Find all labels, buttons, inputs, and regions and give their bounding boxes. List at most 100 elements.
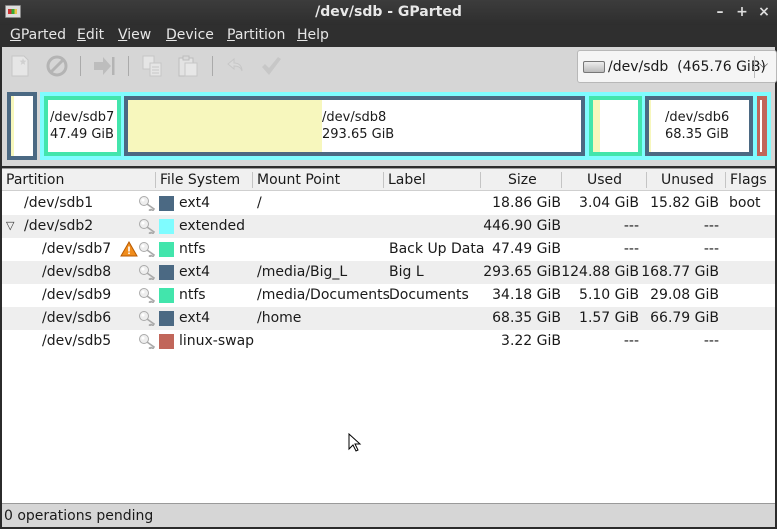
menu-gparted-label: Parted <box>20 27 66 43</box>
column-separator[interactable] <box>480 172 481 188</box>
menu-device[interactable]: Device <box>166 27 214 43</box>
cell-used: 1.57 GiB <box>579 310 639 326</box>
cell-used: --- <box>623 333 639 349</box>
cell-partition: /dev/sdb7 <box>42 241 112 257</box>
table-row[interactable]: /dev/sdb1 ext4 / 18.86 GiB 3.04 GiB 15.82 GiB… <box>2 192 775 215</box>
device-selector[interactable]: /dev/sdb (465.76 GiB) ⌵ <box>577 50 777 83</box>
table-row[interactable]: /dev/sdb9 ntfs/media/Documents Documents 34… <box>2 284 775 307</box>
pending-operations-status: 0 operations pending <box>4 508 154 524</box>
menu-partition[interactable]: Partition <box>227 27 285 43</box>
menu-device-mnemonic: D <box>166 27 177 43</box>
resize-move-icon[interactable] <box>92 54 116 78</box>
table-row[interactable]: /dev/sdb6 ext4/home 68.35 GiB 1.57 GiB 66.79… <box>2 307 775 330</box>
column-header-used[interactable]: Used <box>587 172 622 188</box>
cell-mount-point: /home <box>257 310 302 326</box>
cell-unused: 29.08 GiB <box>650 287 719 303</box>
cell-partition: /dev/sdb6 <box>42 310 112 326</box>
diskmap-partition-sdb1[interactable] <box>7 92 37 160</box>
new-partition-icon[interactable] <box>8 54 32 78</box>
menu-help-mnemonic: H <box>297 27 308 43</box>
column-separator[interactable] <box>252 172 253 188</box>
menu-bar: GParted Edit View Device Partition Help <box>0 25 777 47</box>
menu-partition-mnemonic: P <box>227 27 235 43</box>
menu-view[interactable]: View <box>118 27 151 43</box>
diskmap-label-size: 293.65 GiB <box>322 127 395 142</box>
column-header-file-system[interactable]: File System <box>160 172 240 188</box>
toolbar-separator <box>80 56 81 76</box>
column-separator[interactable] <box>646 172 647 188</box>
diskmap-partition-sdb6[interactable]: /dev/sdb6 68.35 GiB <box>645 96 753 156</box>
used-space-bar <box>593 100 600 152</box>
cell-partition: /dev/sdb9 <box>42 287 112 303</box>
column-header-flags[interactable]: Flags <box>730 172 767 188</box>
diskmap-label-device: /dev/sdb8 <box>322 110 387 125</box>
cell-size: 3.22 GiB <box>501 333 561 349</box>
cell-file-system: ntfs <box>179 287 206 303</box>
table-row[interactable]: /dev/sdb8 ext4/media/Big_L Big L 293.65 GiB… <box>2 261 775 284</box>
used-space-bar <box>128 100 322 152</box>
diskmap-label-size: 68.35 GiB <box>665 127 729 142</box>
delete-icon[interactable] <box>45 54 69 78</box>
cell-partition: /dev/sdb1 <box>24 195 94 211</box>
column-header-mount-point[interactable]: Mount Point <box>257 172 340 188</box>
column-header-size[interactable]: Size <box>508 172 537 188</box>
cell-size: 34.18 GiB <box>492 287 561 303</box>
copy-icon[interactable] <box>140 54 164 78</box>
filesystem-color-swatch <box>159 265 174 280</box>
cell-label: Big L <box>389 264 424 280</box>
column-header-partition[interactable]: Partition <box>6 172 64 188</box>
diskmap-partition-sdb2-extended[interactable]: /dev/sdb7 47.49 GiB /dev/sdb8 293.65 GiB… <box>40 92 771 160</box>
filesystem-color-swatch <box>159 311 174 326</box>
toolbar: /dev/sdb (465.76 GiB) ⌵ <box>2 47 777 88</box>
cell-size: 18.86 GiB <box>492 195 561 211</box>
column-header-unused[interactable]: Unused <box>661 172 714 188</box>
window-title: /dev/sdb - GParted <box>315 4 462 20</box>
harddisk-icon <box>583 61 605 73</box>
cell-partition: /dev/sdb5 <box>42 333 112 349</box>
cell-file-system: ext4 <box>179 264 211 280</box>
column-header-label[interactable]: Label <box>388 172 426 188</box>
column-separator[interactable] <box>725 172 726 188</box>
chevron-down-icon: ⌵ <box>759 57 769 71</box>
diskmap-partition-sdb5[interactable] <box>757 96 767 156</box>
column-separator[interactable] <box>383 172 384 188</box>
undo-icon[interactable] <box>224 54 248 78</box>
table-row[interactable]: /dev/sdb7 ntfs Back Up Data 47.49 GiB --- --- <box>2 238 775 261</box>
used-space-bar <box>11 96 14 156</box>
menu-view-mnemonic: V <box>118 27 128 43</box>
apply-icon[interactable] <box>259 54 283 78</box>
cell-mount-point: / <box>257 195 262 211</box>
menu-edit-mnemonic: E <box>77 27 86 43</box>
cell-used: --- <box>623 241 639 257</box>
key-lock-icon <box>138 264 156 281</box>
paste-icon[interactable] <box>176 54 200 78</box>
minimize-button[interactable]: – <box>711 3 729 21</box>
collapse-toggle-icon[interactable]: ▽ <box>6 219 14 232</box>
menu-edit[interactable]: Edit <box>77 27 104 43</box>
menu-edit-label: dit <box>85 27 105 43</box>
cell-flags: boot <box>729 195 761 211</box>
diskmap-label-device: /dev/sdb7 <box>50 110 115 125</box>
diskmap-partition-sdb9[interactable] <box>589 96 642 156</box>
diskmap-partition-sdb8[interactable]: /dev/sdb8 293.65 GiB <box>124 96 585 156</box>
table-row[interactable]: /dev/sdb5 linux-swap 3.22 GiB --- --- <box>2 330 775 353</box>
menu-device-label: evice <box>176 27 214 43</box>
menu-gparted[interactable]: GParted <box>10 27 66 43</box>
toolbar-separator <box>128 56 129 76</box>
cell-mount-point: /media/Big_L <box>257 264 348 280</box>
column-separator[interactable] <box>155 172 156 188</box>
cell-size: 47.49 GiB <box>492 241 561 257</box>
column-separator[interactable] <box>561 172 562 188</box>
key-lock-icon <box>138 310 156 327</box>
used-space-bar <box>649 100 651 152</box>
close-button[interactable]: × <box>755 3 773 21</box>
table-row[interactable]: ▽ /dev/sdb2 extended 446.90 GiB --- --- <box>2 215 775 238</box>
menu-help[interactable]: Help <box>297 27 329 43</box>
cell-unused: 168.77 GiB <box>641 264 719 280</box>
warning-icon[interactable] <box>120 240 138 257</box>
menu-help-label: elp <box>307 27 329 43</box>
maximize-button[interactable]: + <box>733 3 751 21</box>
cell-unused: --- <box>703 241 719 257</box>
cell-file-system: extended <box>179 218 246 234</box>
diskmap-partition-sdb7[interactable]: /dev/sdb7 47.49 GiB <box>44 96 121 156</box>
